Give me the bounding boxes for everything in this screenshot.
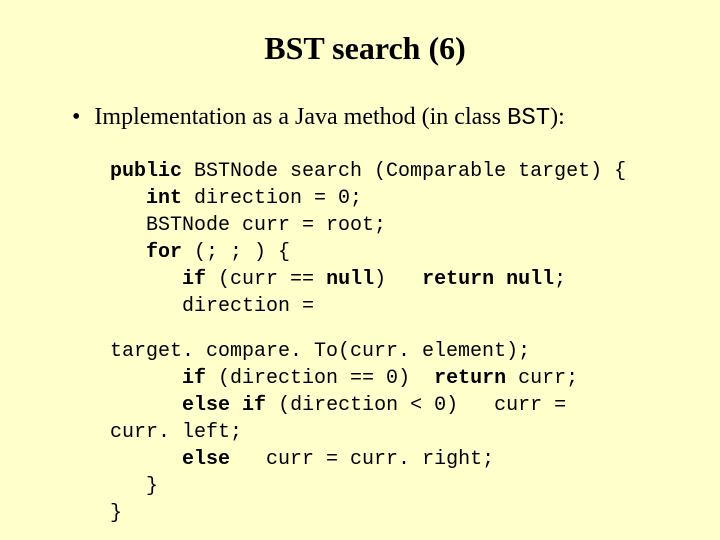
code-l5a: (curr ==	[206, 268, 326, 291]
code-l12: }	[110, 475, 158, 498]
bullet-suffix: ):	[550, 104, 565, 130]
code-l8b: curr;	[506, 367, 578, 390]
kw-null-1: null	[326, 268, 374, 291]
code-gap	[110, 320, 680, 338]
kw-else-2: else	[182, 448, 230, 471]
code-l10: curr. left;	[110, 421, 242, 444]
kw-public: public	[110, 160, 182, 183]
bullet-prefix: Implementation as a Java method (in clas…	[94, 104, 507, 130]
code-l7: target. compare. To(curr. element);	[110, 340, 530, 363]
kw-if-2: if	[182, 367, 206, 390]
code-l3: BSTNode curr = root;	[110, 214, 386, 237]
kw-return-2: return	[434, 367, 506, 390]
code-l9a	[230, 394, 242, 417]
code-l5b: )	[374, 268, 422, 291]
code-l11a: curr = curr. right;	[230, 448, 494, 471]
slide: BST search (6) • Implementation as a Jav…	[0, 0, 720, 540]
code-l8a: (direction == 0)	[206, 367, 434, 390]
code-l4a: (; ; ) {	[182, 241, 290, 264]
code-l2a: direction = 0;	[182, 187, 362, 210]
code-l1a: BSTNode search (Comparable target) {	[182, 160, 626, 183]
bullet-dot: •	[72, 101, 80, 135]
code-l5c	[494, 268, 506, 291]
code-block: public BSTNode search (Comparable target…	[110, 158, 680, 527]
kw-else-1: else	[182, 394, 230, 417]
code-l6: direction =	[110, 295, 314, 318]
code-l9b: (direction < 0) curr =	[266, 394, 566, 417]
code-l5d: ;	[554, 268, 566, 291]
kw-int: int	[146, 187, 182, 210]
bullet-row: • Implementation as a Java method (in cl…	[72, 101, 680, 136]
kw-if-1: if	[182, 268, 206, 291]
bullet-classname: BST	[507, 105, 550, 132]
kw-null-2: null	[506, 268, 554, 291]
kw-for: for	[146, 241, 182, 264]
bullet-text: Implementation as a Java method (in clas…	[94, 101, 564, 136]
kw-if-3: if	[242, 394, 266, 417]
code-l13: }	[110, 502, 122, 525]
slide-title: BST search (6)	[50, 30, 680, 67]
kw-return-1: return	[422, 268, 494, 291]
